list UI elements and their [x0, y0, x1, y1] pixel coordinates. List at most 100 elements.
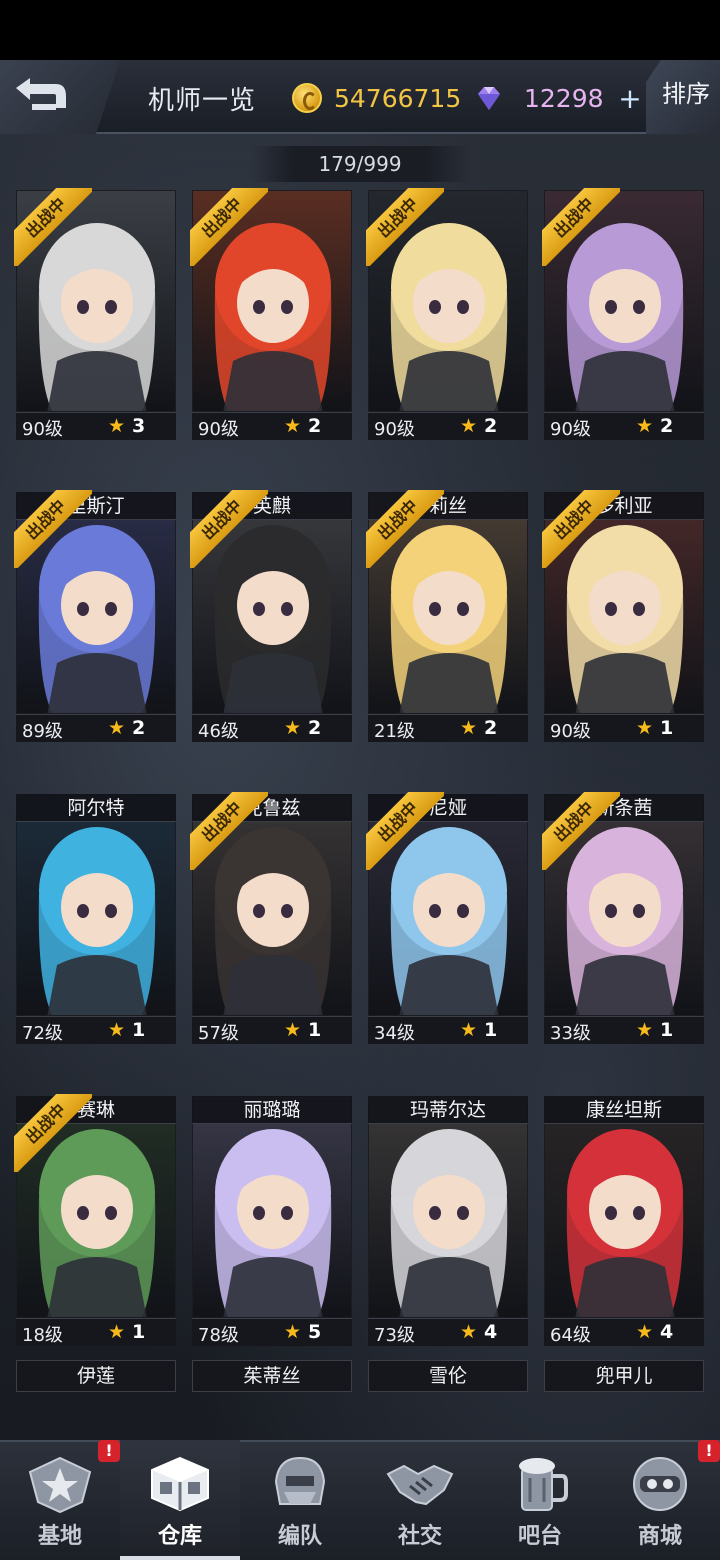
pilot-level: 78级: [198, 1325, 239, 1346]
pilot-level: 34级: [374, 1023, 415, 1044]
pilot-info-bar: 78级 ★ 5: [192, 1318, 352, 1346]
pilot-level: 90级: [198, 419, 239, 440]
star-icon: ★: [460, 717, 478, 739]
pilot-star-count: 1: [660, 717, 674, 739]
pilot-card[interactable]: 里斯汀 出战中 89级 ★ 2: [14, 490, 176, 742]
beer-mug-icon: [519, 1458, 568, 1511]
nav-label: 编队: [277, 1524, 322, 1549]
star-icon: ★: [108, 1321, 126, 1343]
gold-amount: 54766715: [334, 83, 462, 113]
deployed-ribbon: 出战中: [190, 792, 268, 870]
gold-coin-icon: [292, 83, 322, 113]
roster-count: 179/999: [250, 146, 470, 182]
pilot-level: 33级: [550, 1023, 591, 1044]
pilot-star-count: 1: [308, 1019, 322, 1041]
pilot-info-bar: 64级 ★ 4: [544, 1318, 704, 1346]
nav-social[interactable]: 社交: [360, 1440, 480, 1560]
pilot-star-count: 3: [132, 415, 146, 437]
pilot-info-bar: 73级 ★ 4: [368, 1318, 528, 1346]
portrait-figure: [566, 1129, 684, 1317]
pilot-portrait: [544, 1096, 704, 1318]
pilot-info-bar: 90级 ★ 2: [544, 412, 704, 440]
pilot-card[interactable]: 丽璐璐 78级 ★ 5: [192, 1096, 352, 1346]
star-icon: ★: [460, 415, 478, 437]
pilot-card[interactable]: 尼娅 出战中 34级 ★ 1: [366, 792, 528, 1044]
handshake-icon: [386, 1464, 454, 1506]
star-icon: ★: [636, 717, 654, 739]
alert-badge: !: [698, 1440, 720, 1462]
pilot-info-bar: 89级 ★ 2: [16, 714, 176, 742]
star-icon: ★: [460, 1321, 478, 1343]
nav-label: 吧台: [517, 1524, 562, 1549]
pilot-star-count: 2: [132, 717, 146, 739]
pilot-card[interactable]: 多利亚 出战中 90级 ★ 1: [542, 490, 704, 742]
deployed-ribbon: 出战中: [366, 792, 444, 870]
deployed-ribbon: 出战中: [14, 188, 92, 266]
pilot-card[interactable]: 英麒 出战中 46级 ★ 2: [190, 490, 352, 742]
star-icon: ★: [108, 415, 126, 437]
nav-bar[interactable]: 吧台: [480, 1440, 600, 1560]
pilot-info-bar: 33级 ★ 1: [544, 1016, 704, 1044]
pilot-star-count: 1: [660, 1019, 674, 1041]
pilot-card[interactable]: 莉丝 出战中 21级 ★ 2: [366, 490, 528, 742]
star-icon: ★: [636, 1321, 654, 1343]
pilot-info-bar: 90级 ★ 1: [544, 714, 704, 742]
sort-label: 排序: [662, 80, 710, 108]
pilot-card[interactable]: 玛蒂尔达 73级 ★ 4: [368, 1096, 528, 1346]
nav-label: 仓库: [157, 1524, 202, 1549]
deployed-ribbon: 出战中: [14, 1094, 92, 1172]
nav-base[interactable]: 基地 !: [0, 1440, 120, 1560]
star-icon: ★: [284, 415, 302, 437]
pilot-info-bar: 90级 ★ 3: [16, 412, 176, 440]
shop-robot-icon: [633, 1457, 687, 1511]
pilot-name-tag[interactable]: 茱蒂丝: [192, 1360, 352, 1392]
pilot-name-tag[interactable]: 兜甲儿: [544, 1360, 704, 1392]
pilot-level: 46级: [198, 721, 239, 742]
nav-shop[interactable]: 商城 !: [600, 1440, 720, 1560]
pilot-star-count: 2: [484, 717, 498, 739]
gold-display: 54766715: [292, 80, 461, 116]
pilot-info-bar: 21级 ★ 2: [368, 714, 528, 742]
pilot-name-tag[interactable]: 雪伦: [368, 1360, 528, 1392]
pilot-portrait: [16, 794, 176, 1016]
star-icon: ★: [636, 1019, 654, 1041]
star-icon: ★: [284, 1321, 302, 1343]
star-icon: ★: [636, 415, 654, 437]
pilot-name-tag: 丽璐璐: [192, 1096, 352, 1124]
pilot-star-count: 1: [484, 1019, 498, 1041]
deployed-ribbon: 出战中: [366, 490, 444, 568]
pilot-star-count: 1: [132, 1321, 146, 1343]
sort-button[interactable]: 排序: [646, 60, 720, 134]
pilot-card[interactable]: 阿尔特 72级 ★ 1: [16, 794, 176, 1044]
deployed-ribbon: 出战中: [542, 490, 620, 568]
pilot-portrait: [368, 1096, 528, 1318]
page-title: 机师一览: [148, 86, 257, 116]
pilot-level: 21级: [374, 721, 415, 742]
pilot-level: 90级: [374, 419, 415, 440]
deployed-ribbon: 出战中: [542, 792, 620, 870]
pilot-card[interactable]: 出战中 90级 ★ 2: [542, 188, 704, 440]
deployed-ribbon: 出战中: [542, 188, 620, 266]
nav-label: 社交: [397, 1524, 442, 1549]
add-gems-button[interactable]: +: [616, 85, 644, 114]
pilot-info-bar: 18级 ★ 1: [16, 1318, 176, 1346]
portrait-figure: [38, 827, 156, 1015]
pilot-level: 90级: [550, 419, 591, 440]
pilot-name-tag: 康丝坦斯: [544, 1096, 704, 1124]
deployed-ribbon: 出战中: [366, 188, 444, 266]
pilot-card[interactable]: 出战中 90级 ★ 2: [366, 188, 528, 440]
pilot-card[interactable]: 新条茜 出战中 33级 ★ 1: [542, 792, 704, 1044]
pilot-name-tag[interactable]: 伊莲: [16, 1360, 176, 1392]
nav-warehouse[interactable]: 仓库: [120, 1440, 240, 1560]
pilot-level: 90级: [550, 721, 591, 742]
nav-formation[interactable]: 编队: [240, 1440, 360, 1560]
nav-label: 基地: [37, 1524, 82, 1549]
pilot-card[interactable]: 出战中 90级 ★ 2: [190, 188, 352, 440]
star-icon: ★: [108, 1019, 126, 1041]
pilot-card[interactable]: 赛琳 出战中 18级 ★ 1: [14, 1094, 176, 1346]
pilot-card[interactable]: 康丝坦斯 64级 ★ 4: [544, 1096, 704, 1346]
pilot-card[interactable]: 出战中 90级 ★ 3: [14, 188, 176, 440]
pilot-level: 73级: [374, 1325, 415, 1346]
pilot-card[interactable]: 克鲁兹 出战中 57级 ★ 1: [190, 792, 352, 1044]
pilot-star-count: 2: [308, 717, 322, 739]
